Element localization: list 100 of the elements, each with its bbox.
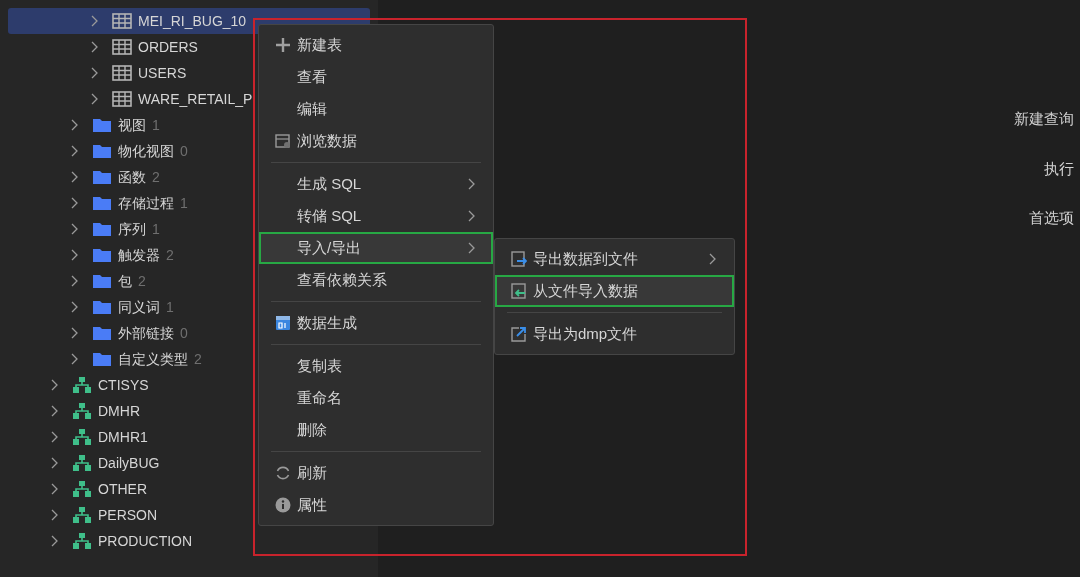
export-file-icon bbox=[511, 326, 527, 342]
tree-item-label: DMHR1 bbox=[98, 427, 148, 447]
menu-item[interactable]: 数据生成 bbox=[259, 307, 493, 339]
menu-item[interactable]: 刷新 bbox=[259, 457, 493, 489]
tree-item-label: 同义词 bbox=[118, 297, 160, 317]
chevron-icon bbox=[70, 197, 78, 209]
menu-item[interactable]: 编辑 bbox=[259, 93, 493, 125]
tree-item-label: 触发器 bbox=[118, 245, 160, 265]
item-count: 1 bbox=[180, 193, 188, 213]
tree-item-label: 外部链接 bbox=[118, 323, 174, 343]
menu-item[interactable]: 删除 bbox=[259, 414, 493, 446]
folder-icon bbox=[92, 117, 112, 133]
item-count: 1 bbox=[152, 219, 160, 239]
tree-item-label: 视图 bbox=[118, 115, 146, 135]
schema-icon bbox=[72, 454, 92, 472]
tree-item-label: 自定义类型 bbox=[118, 349, 188, 369]
tree-item-label: DMHR bbox=[98, 401, 140, 421]
menu-item[interactable]: 复制表 bbox=[259, 350, 493, 382]
chevron-icon bbox=[70, 145, 78, 157]
tree-item-label: DailyBUG bbox=[98, 453, 160, 473]
tree-item-label: PRODUCTION bbox=[98, 531, 193, 551]
chevron-icon bbox=[70, 119, 78, 131]
tree-item-label: CTISYS bbox=[98, 375, 149, 395]
folder-icon bbox=[92, 273, 112, 289]
item-count: 0 bbox=[180, 141, 188, 161]
tree-item-label: USERS bbox=[138, 63, 187, 83]
schema-icon bbox=[72, 428, 92, 446]
tree-item-label: 函数 bbox=[118, 167, 146, 187]
item-count: 0 bbox=[180, 323, 188, 343]
tree-item-label: 序列 bbox=[118, 219, 146, 239]
item-count: 2 bbox=[166, 245, 174, 265]
refresh-icon bbox=[275, 465, 291, 481]
menu-item[interactable]: 浏览数据 bbox=[259, 125, 493, 157]
chevron-icon bbox=[70, 353, 78, 365]
tree-item[interactable]: PRODUCTION bbox=[8, 528, 370, 554]
chevron-icon bbox=[50, 431, 58, 443]
tree-item-label: OTHER bbox=[98, 479, 147, 499]
menu-item[interactable]: 查看 bbox=[259, 61, 493, 93]
table-icon bbox=[112, 91, 132, 107]
schema-icon bbox=[72, 480, 92, 498]
chevron-icon bbox=[90, 93, 98, 105]
folder-icon bbox=[92, 143, 112, 159]
schema-icon bbox=[72, 532, 92, 550]
folder-icon bbox=[92, 195, 112, 211]
menu-item[interactable]: 查看依赖关系 bbox=[259, 264, 493, 296]
chevron-icon bbox=[50, 483, 58, 495]
chevron-icon bbox=[50, 509, 58, 521]
tree-item-label: PERSON bbox=[98, 505, 158, 525]
schema-icon bbox=[72, 402, 92, 420]
table-icon bbox=[112, 13, 132, 29]
chevron-icon bbox=[50, 457, 58, 469]
import-icon bbox=[511, 283, 527, 299]
folder-icon bbox=[92, 169, 112, 185]
toolbar-button[interactable]: 执行 bbox=[1044, 157, 1074, 180]
tree-item-label: ORDERS bbox=[138, 37, 198, 57]
chevron-icon bbox=[70, 327, 78, 339]
chevron-icon bbox=[70, 275, 78, 287]
folder-icon bbox=[92, 299, 112, 315]
menu-item[interactable]: 重命名 bbox=[259, 382, 493, 414]
chevron-icon bbox=[70, 301, 78, 313]
tree-item-label: 物化视图 bbox=[118, 141, 174, 161]
chevron-icon bbox=[50, 535, 58, 547]
table-icon bbox=[112, 65, 132, 81]
folder-icon bbox=[92, 351, 112, 367]
chevron-icon bbox=[70, 249, 78, 261]
data-generation-icon bbox=[275, 315, 291, 331]
table-icon bbox=[112, 39, 132, 55]
item-count: 2 bbox=[194, 349, 202, 369]
chevron-icon bbox=[90, 41, 98, 53]
schema-icon bbox=[72, 506, 92, 524]
item-count: 1 bbox=[166, 297, 174, 317]
folder-icon bbox=[92, 325, 112, 341]
folder-icon bbox=[92, 247, 112, 263]
chevron-icon bbox=[50, 379, 58, 391]
menu-item[interactable]: 属性 bbox=[259, 489, 493, 521]
toolbar-button[interactable]: 新建查询 bbox=[1014, 108, 1074, 131]
menu-item[interactable]: 转储 SQL bbox=[259, 200, 493, 232]
menu-item[interactable]: 从文件导入数据 bbox=[495, 275, 734, 307]
chevron-icon bbox=[90, 67, 98, 79]
menu-item[interactable]: 导出数据到文件 bbox=[495, 243, 734, 275]
tree-item-label: 存储过程 bbox=[118, 193, 174, 213]
info-icon bbox=[275, 497, 291, 513]
folder-icon bbox=[92, 221, 112, 237]
chevron-icon bbox=[70, 171, 78, 183]
menu-item[interactable]: 导出为dmp文件 bbox=[495, 318, 734, 350]
menu-item[interactable]: 生成 SQL bbox=[259, 168, 493, 200]
tree-item-label: WARE_RETAIL_P bbox=[138, 89, 253, 109]
export-icon bbox=[511, 251, 527, 267]
chevron-icon bbox=[70, 223, 78, 235]
chevron-icon bbox=[50, 405, 58, 417]
item-count: 2 bbox=[138, 271, 146, 291]
browse-data-icon bbox=[275, 133, 291, 149]
toolbar-button[interactable]: 首选项 bbox=[1029, 207, 1074, 230]
plus-icon bbox=[275, 37, 291, 53]
menu-item[interactable]: 导入/导出 bbox=[259, 232, 493, 264]
item-count: 1 bbox=[152, 115, 160, 135]
schema-icon bbox=[72, 376, 92, 394]
chevron-icon bbox=[90, 15, 98, 27]
item-count: 2 bbox=[152, 167, 160, 187]
tree-item-label: 包 bbox=[118, 271, 132, 291]
